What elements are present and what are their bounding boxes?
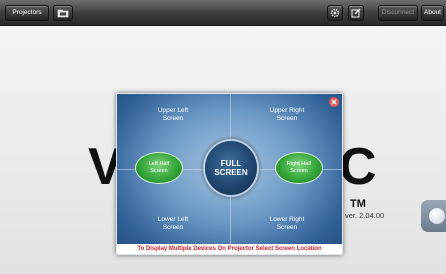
upper-left-label: Upper Left Screen bbox=[157, 107, 189, 122]
lower-left-label: Lower Left Screen bbox=[157, 216, 189, 231]
lower-left-screen-option[interactable]: Lower Left Screen bbox=[123, 216, 223, 232]
right-half-screen-button[interactable]: Right Half Screen bbox=[275, 152, 323, 184]
upper-left-screen-option[interactable]: Upper Left Screen bbox=[123, 107, 223, 123]
right-half-label: Right Half Screen bbox=[286, 161, 312, 174]
folder-icon bbox=[57, 9, 69, 18]
about-button[interactable]: About bbox=[421, 5, 444, 21]
left-half-screen-button[interactable]: Left Half Screen bbox=[135, 152, 183, 184]
trademark-mark: TM bbox=[350, 198, 366, 210]
close-button[interactable] bbox=[329, 97, 339, 107]
instruction-footer: To Display Multiple Devices On Projector… bbox=[117, 244, 342, 254]
full-screen-label: FULL SCREEN bbox=[214, 159, 248, 177]
top-toolbar: Projectors Disconnect About bbox=[0, 0, 446, 26]
upper-right-label: Upper Right Screen bbox=[269, 107, 305, 122]
app-logo-right: C bbox=[339, 138, 377, 196]
close-icon bbox=[331, 99, 337, 105]
screen-location-dialog: Upper Left Screen Upper Right Screen Low… bbox=[116, 93, 343, 255]
edit-icon bbox=[351, 8, 361, 18]
disconnect-button[interactable]: Disconnect bbox=[378, 5, 418, 21]
left-half-label: Left Half Screen bbox=[148, 161, 170, 174]
lower-right-screen-option[interactable]: Lower Right Screen bbox=[237, 216, 337, 232]
upper-right-screen-option[interactable]: Upper Right Screen bbox=[237, 107, 337, 123]
lower-right-label: Lower Right Screen bbox=[269, 216, 305, 231]
projectors-button[interactable]: Projectors bbox=[5, 5, 49, 21]
side-drawer-handle[interactable] bbox=[421, 200, 446, 232]
gear-icon bbox=[330, 8, 340, 18]
edit-button[interactable] bbox=[348, 5, 364, 21]
settings-button[interactable] bbox=[327, 5, 343, 21]
drawer-knob-icon bbox=[429, 208, 445, 224]
full-screen-button[interactable]: FULL SCREEN bbox=[203, 139, 259, 197]
folder-button[interactable] bbox=[53, 5, 73, 21]
version-label: ver. 2.04.00 bbox=[345, 211, 385, 220]
